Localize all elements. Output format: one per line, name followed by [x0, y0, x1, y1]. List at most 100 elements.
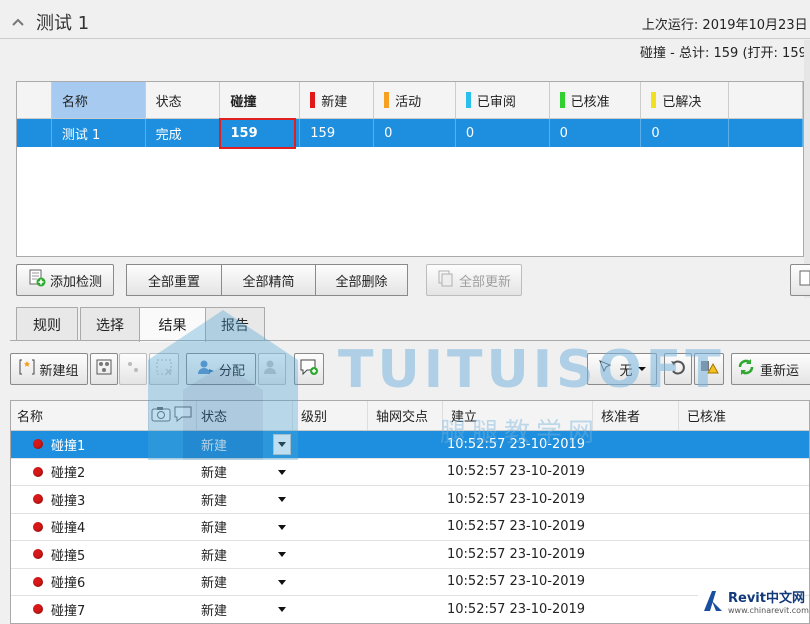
compact-all-label: 全部精简	[242, 274, 295, 290]
col-label: 活动	[395, 94, 422, 110]
new-group-button[interactable]: 新建组	[10, 353, 88, 385]
result-name-cell: 碰撞5	[11, 541, 149, 568]
new-group-icon	[19, 358, 35, 380]
col-header-status[interactable]: 状态	[146, 82, 221, 118]
col-header-approved-time[interactable]: 已核准	[679, 401, 799, 430]
clash-result-row[interactable]: 碰撞6 新建 10:52:57 23-10-2019	[11, 568, 809, 596]
col-header-new[interactable]: 新建	[300, 82, 375, 118]
approved-cell	[679, 486, 799, 513]
approved-cell	[679, 541, 799, 568]
cell-name[interactable]: 测试 1	[52, 119, 146, 147]
col-header-clashes[interactable]: 碰撞	[220, 82, 301, 118]
result-icons-cell	[149, 541, 197, 568]
grid-intersection-cell	[368, 569, 443, 596]
created-cell: 10:52:57 23-10-2019	[447, 519, 586, 535]
rerun-label: 重新运	[760, 363, 800, 379]
approver-cell	[593, 486, 679, 513]
chevron-up-icon[interactable]	[10, 14, 26, 30]
add-test-label: 添加检测	[49, 274, 102, 290]
group-icon	[95, 358, 113, 380]
status-value: 新建	[201, 576, 228, 592]
level-cell	[293, 596, 368, 623]
col-header-approver[interactable]: 核准者	[593, 401, 679, 430]
test-title-bar[interactable]: 测试 1	[10, 8, 89, 36]
export-icon	[798, 269, 810, 291]
approved-cell	[679, 514, 799, 541]
clash-result-row[interactable]: 碰撞4 新建 10:52:57 23-10-2019	[11, 513, 809, 541]
col-header-reviewed[interactable]: 已审阅	[456, 82, 550, 118]
rerun-test-button[interactable]: 重新运	[731, 353, 810, 385]
compact-all-button[interactable]: 全部精简	[221, 264, 315, 296]
vertical-scrollbar[interactable]	[804, 40, 810, 298]
col-label: 状态	[155, 94, 182, 110]
status-value: 新建	[201, 603, 228, 619]
status-dot-icon	[33, 604, 43, 615]
status-dropdown[interactable]: 新建	[197, 569, 293, 596]
created-cell: 10:52:57 23-10-2019	[447, 491, 586, 507]
clash-result-row[interactable]: 碰撞5 新建 10:52:57 23-10-2019	[11, 541, 809, 569]
result-name: 碰撞5	[51, 548, 86, 564]
chevron-down-icon[interactable]	[273, 599, 291, 620]
header-divider	[0, 38, 810, 39]
cell-resolved: 0	[641, 119, 730, 147]
row-header[interactable]	[17, 119, 52, 147]
col-header-resolved[interactable]: 已解决	[641, 82, 730, 118]
batch-actions-group: 全部重置 全部精简 全部删除	[126, 264, 408, 296]
status-dropdown[interactable]: 新建	[197, 486, 293, 513]
status-dot-icon	[33, 466, 43, 477]
result-name: 碰撞4	[51, 521, 86, 537]
grid-intersection-cell	[368, 431, 443, 458]
approved-cell	[679, 431, 799, 458]
status-dot-icon	[33, 576, 43, 587]
new-color-swatch	[310, 92, 316, 108]
clash-result-row[interactable]: 碰撞7 新建 10:52:57 23-10-2019	[11, 596, 809, 623]
result-icons-cell	[149, 569, 197, 596]
approver-cell	[593, 596, 679, 623]
delete-all-button[interactable]: 全部删除	[315, 264, 408, 296]
col-header-extra	[729, 82, 803, 118]
created-cell: 10:52:57 23-10-2019	[447, 574, 586, 590]
cell-extra	[729, 119, 803, 147]
col-label: 已审阅	[476, 94, 516, 110]
chevron-down-icon[interactable]	[273, 572, 291, 593]
reset-all-label: 全部重置	[147, 274, 200, 290]
level-cell	[293, 569, 368, 596]
update-all-icon	[437, 269, 455, 291]
export-button[interactable]	[790, 264, 810, 296]
col-label: 名称	[61, 94, 88, 110]
col-label: 碰撞	[230, 94, 257, 110]
status-value: 新建	[201, 548, 228, 564]
grid-intersection-cell	[368, 596, 443, 623]
grid-intersection-cell	[368, 486, 443, 513]
reset-all-button[interactable]: 全部重置	[126, 264, 221, 296]
status-dropdown[interactable]: 新建	[197, 541, 293, 568]
revit-wm-title: Revit中文网	[728, 590, 805, 606]
col-header-approved[interactable]: 已核准	[550, 82, 642, 118]
chevron-down-icon[interactable]	[273, 517, 291, 538]
col-header-active[interactable]: 活动	[374, 82, 456, 118]
created-cell: 10:52:57 23-10-2019	[447, 546, 586, 562]
level-cell	[293, 514, 368, 541]
update-all-button[interactable]: 全部更新	[426, 264, 522, 296]
active-color-swatch	[384, 92, 390, 108]
result-name: 碰撞2	[51, 466, 86, 482]
level-cell	[293, 541, 368, 568]
result-icons-cell	[149, 486, 197, 513]
col-header-grid-intersection[interactable]: 轴网交点	[368, 401, 443, 430]
result-icons-cell	[149, 596, 197, 623]
test-title: 测试 1	[36, 13, 90, 34]
col-label: 已核准	[687, 410, 727, 425]
status-dot-icon	[33, 521, 43, 532]
tab-label: 规则	[33, 317, 61, 334]
chevron-down-icon[interactable]	[273, 489, 291, 510]
add-test-button[interactable]: 添加检测	[16, 264, 114, 296]
group-clashes-button[interactable]	[90, 353, 118, 385]
tab-rules[interactable]: 规则	[16, 307, 78, 341]
clash-result-row[interactable]: 碰撞3 新建 10:52:57 23-10-2019	[11, 486, 809, 514]
col-header-name[interactable]: 名称	[51, 82, 146, 118]
chevron-down-icon[interactable]	[273, 544, 291, 565]
status-dropdown[interactable]: 新建	[197, 596, 293, 623]
clash-test-row[interactable]: 测试 1 完成 159 159 0 0 0 0	[17, 119, 803, 147]
delete-all-label: 全部删除	[335, 274, 388, 290]
status-dropdown[interactable]: 新建	[197, 514, 293, 541]
